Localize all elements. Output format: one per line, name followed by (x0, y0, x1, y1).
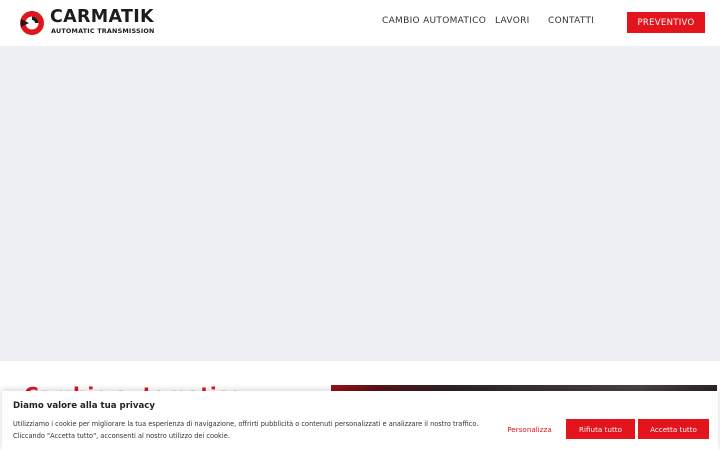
accept-all-button[interactable]: Accetta tutto (638, 419, 709, 439)
preventivo-button[interactable]: PREVENTIVO (627, 12, 705, 33)
site-header: CARMATIK AUTOMATIC TRANSMISSION CAMBIO A… (0, 0, 720, 46)
hero-banner (0, 46, 720, 361)
carmatik-gear-logo-icon (20, 11, 44, 35)
logo-tagline: AUTOMATIC TRANSMISSION (51, 27, 155, 35)
logo-name: CARMATIK (50, 7, 154, 27)
cookie-title: Diamo valore alla tua privacy (13, 401, 155, 411)
logo[interactable]: CARMATIK AUTOMATIC TRANSMISSION (18, 7, 158, 38)
cookie-description: Utilizziamo i cookie per migliorare la t… (13, 418, 483, 442)
cookie-text-line-1: Utilizziamo i cookie per migliorare la t… (13, 420, 479, 428)
nav-item-cambio-automatico[interactable]: CAMBIO AUTOMATICO (382, 16, 486, 26)
nav-item-contatti[interactable]: CONTATTI (548, 16, 594, 26)
customize-cookies-button[interactable]: Personalizza (496, 419, 563, 439)
reject-all-button[interactable]: Rifiuta tutto (566, 419, 635, 439)
cookie-banner: Diamo valore alla tua privacy Utilizziam… (2, 391, 718, 450)
cookie-text-line-2: Cliccando "Accetta tutto", acconsenti al… (13, 432, 230, 440)
nav-item-lavori[interactable]: LAVORI (495, 16, 530, 26)
